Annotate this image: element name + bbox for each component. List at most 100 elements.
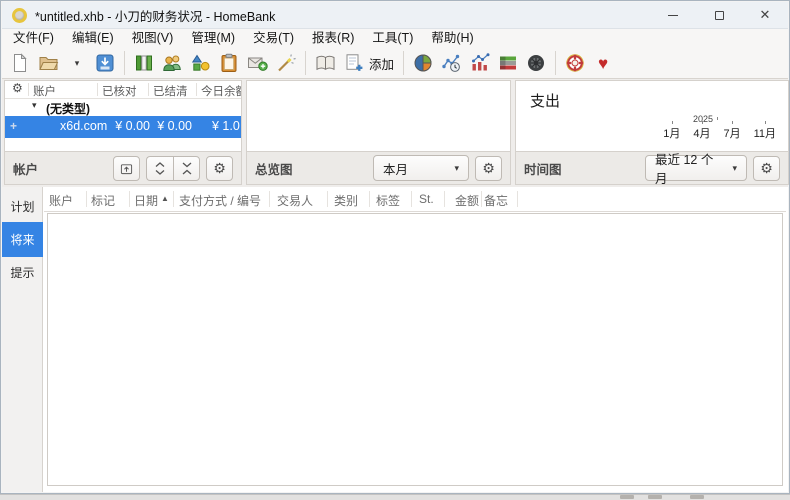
magic-wand-icon [276, 53, 296, 73]
overview-range-select[interactable]: 本月 ▾ [373, 155, 469, 181]
donate-button[interactable]: ♥ [589, 50, 617, 77]
chevron-down-icon: ▾ [75, 58, 80, 69]
open-recent-dropdown[interactable]: ▾ [63, 50, 91, 77]
menu-reports[interactable]: 报表(R) [303, 29, 363, 48]
accounts-list-header[interactable]: ⚙ 账户 已核对 已结清 今日余额 [5, 81, 241, 99]
open-folder-icon [38, 53, 59, 73]
col-payee[interactable]: 交易人 [277, 192, 313, 209]
axis-month-labels: 1月 4月 7月 11月 [663, 125, 776, 141]
account-cleared-amount: ¥ 0.00 [157, 119, 192, 133]
manage-categories-button[interactable] [187, 50, 215, 77]
menu-help[interactable]: 帮助(H) [422, 29, 482, 48]
collapse-all-button[interactable] [173, 156, 200, 181]
vehicle-cost-button[interactable] [522, 50, 550, 77]
toolbar: ▾ [2, 48, 788, 79]
transactions-list: 账户 标记 日期 ▲ 支付方式 / 编号 交易人 类别 标签 St. 金额 备忘 [44, 187, 786, 488]
sort-ascending-icon: ▲ [161, 194, 169, 203]
menu-edit[interactable]: 编辑(E) [63, 29, 123, 48]
account-reconciled-amount: ¥ 0.00 [115, 119, 150, 133]
budget-clipboard-icon [219, 53, 239, 73]
menu-file[interactable]: 文件(F) [4, 29, 63, 48]
time-range-select[interactable]: 最近 12 个月 ▾ [645, 155, 747, 181]
manage-budget-button[interactable] [215, 50, 243, 77]
overview-settings-button[interactable]: ⚙ [475, 156, 502, 181]
statistics-report-button[interactable] [409, 50, 437, 77]
time-footer: 时间图 最近 12 个月 ▾ ⚙ [516, 151, 788, 184]
minimize-button[interactable] [650, 2, 696, 28]
accounts-settings-button[interactable]: ⚙ [206, 156, 233, 181]
show-transactions-button[interactable] [311, 50, 340, 77]
time-chart-title: 支出 [530, 90, 560, 111]
manage-payees-button[interactable] [158, 50, 187, 77]
account-group-label: (无类型) [46, 100, 90, 117]
col-account[interactable]: 账户 [49, 192, 73, 209]
balance-report-button[interactable] [466, 50, 494, 77]
overview-chart-area [247, 81, 510, 151]
homebank-window: *untitled.xhb - 小刀的财务状况 - HomeBank ✕ 文件(… [0, 0, 790, 494]
expand-collapse-buttons [146, 156, 200, 181]
assignments-mail-icon [247, 53, 268, 73]
col-amount[interactable]: 金额 [452, 192, 479, 209]
col-today[interactable]: 今日余额 [201, 83, 241, 99]
tab-scheduled[interactable]: 计划 [2, 194, 43, 219]
tab-remind[interactable]: 提示 [2, 260, 43, 285]
time-settings-button[interactable]: ⚙ [753, 156, 780, 181]
budget-report-button[interactable] [494, 50, 522, 77]
col-payment[interactable]: 支付方式 / 编号 [179, 192, 261, 209]
overview-chart-panel: 总览图 本月 ▾ ⚙ [246, 80, 511, 185]
time-chart-icon [441, 53, 462, 73]
axis-tick-label: 11月 [754, 125, 776, 141]
expand-all-icon [154, 162, 166, 175]
col-cleared[interactable]: 已结清 [153, 83, 188, 99]
help-button[interactable] [561, 50, 589, 77]
col-category[interactable]: 类别 [334, 192, 358, 209]
col-status[interactable]: St. [419, 192, 434, 206]
add-transaction-label: 添加 [369, 54, 394, 73]
time-chart-panel: 支出 2025 1月 4月 7月 11月 时间图 最近 12 个月 ▾ [515, 80, 789, 185]
col-date[interactable]: 日期 [134, 192, 158, 209]
open-file-button[interactable] [34, 50, 63, 77]
close-button[interactable]: ✕ [742, 2, 788, 28]
save-button[interactable] [91, 50, 119, 77]
col-tags[interactable]: 标签 [376, 192, 400, 209]
collapse-triangle-icon[interactable]: ▾ [32, 100, 37, 111]
transactions-table-body[interactable] [47, 213, 783, 486]
manage-assignments-button[interactable] [243, 50, 272, 77]
manage-accounts-button[interactable] [130, 50, 158, 77]
payees-people-icon [162, 53, 183, 73]
col-memo[interactable]: 备忘 [484, 192, 508, 209]
column-settings-icon[interactable]: ⚙ [12, 82, 23, 94]
time-footer-label: 时间图 [524, 159, 562, 178]
expand-all-button[interactable] [146, 156, 173, 181]
maximize-button[interactable] [696, 2, 742, 28]
close-icon: ✕ [760, 7, 771, 23]
col-reconciled[interactable]: 已核对 [102, 83, 137, 99]
axis-tick [717, 117, 718, 120]
col-account[interactable]: 账户 [33, 83, 56, 99]
toolbar-separator [403, 51, 404, 75]
homebank-app-icon [12, 8, 27, 23]
account-row[interactable]: + x6d.com ¥ 0.00 ¥ 0.00 ¥ 1.0 [5, 116, 241, 138]
new-file-button[interactable] [6, 50, 34, 77]
show-all-accounts-button[interactable] [113, 156, 140, 181]
bottom-section: 计划 将来 提示 账户 标记 日期 ▲ 支付方式 / 编号 交易人 类别 标签 … [2, 187, 788, 492]
accounts-footer: 帐户 ⚙ [5, 151, 241, 184]
add-transaction-button[interactable]: 添加 [340, 50, 398, 77]
chevron-down-icon: ▾ [454, 163, 459, 174]
account-group-row[interactable]: ▾ (无类型) [5, 99, 241, 116]
menu-tools[interactable]: 工具(T) [363, 29, 422, 48]
time-range-value: 最近 12 个月 [655, 149, 724, 187]
heart-icon: ♥ [598, 55, 608, 72]
accounts-footer-label: 帐户 [13, 159, 38, 178]
trendtime-report-button[interactable] [437, 50, 466, 77]
col-flag[interactable]: 标记 [91, 192, 115, 209]
account-name: x6d.com [60, 119, 107, 133]
tab-future[interactable]: 将来 [2, 222, 43, 257]
new-document-icon [10, 53, 30, 73]
menu-transactions[interactable]: 交易(T) [244, 29, 303, 48]
menu-view[interactable]: 视图(V) [123, 29, 183, 48]
toolbar-separator [124, 51, 125, 75]
menu-manage[interactable]: 管理(M) [182, 29, 244, 48]
title-bar[interactable]: *untitled.xhb - 小刀的财务状况 - HomeBank ✕ [2, 2, 788, 29]
auto-assign-button[interactable] [272, 50, 300, 77]
